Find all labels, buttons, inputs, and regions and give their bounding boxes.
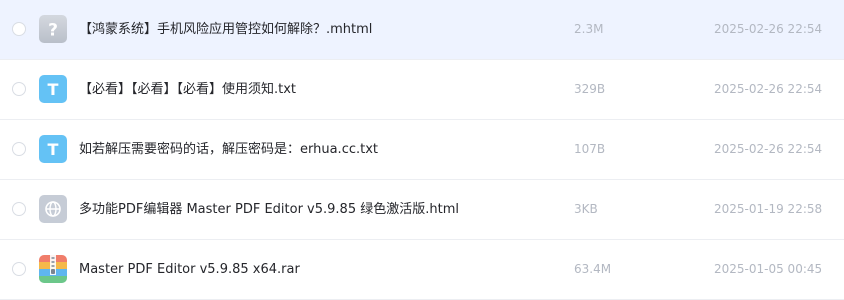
unknown-file-icon: ? [39, 15, 67, 43]
file-date: 2025-02-26 22:54 [714, 22, 823, 36]
row-checkbox[interactable] [12, 142, 26, 156]
file-name[interactable]: 多功能PDF编辑器 Master PDF Editor v5.9.85 绿色激活… [79, 180, 459, 239]
file-name[interactable]: 【鸿蒙系统】手机风险应用管控如何解除？.mhtml [79, 0, 372, 59]
row-checkbox[interactable] [12, 82, 26, 96]
row-checkbox[interactable] [12, 22, 26, 36]
file-size: 107B [574, 142, 606, 156]
txt-file-icon: T [39, 75, 67, 103]
file-row[interactable]: T 【必看】【必看】【必看】使用须知.txt 329B 2025-02-26 2… [0, 60, 844, 120]
file-date: 2025-01-19 22:58 [714, 202, 823, 216]
file-size: 329B [574, 82, 606, 96]
file-row[interactable]: T 如若解压需要密码的话，解压密码是：erhua.cc.txt 107B 202… [0, 120, 844, 180]
file-list: ? 【鸿蒙系统】手机风险应用管控如何解除？.mhtml 2.3M 2025-02… [0, 0, 844, 300]
file-size: 2.3M [574, 22, 604, 36]
txt-icon-letter: T [47, 79, 59, 99]
file-row[interactable]: Master PDF Editor v5.9.85 x64.rar 63.4M … [0, 240, 844, 300]
file-date: 2025-01-05 00:45 [714, 262, 823, 276]
txt-icon-letter: T [47, 139, 59, 159]
file-name[interactable]: Master PDF Editor v5.9.85 x64.rar [79, 240, 300, 299]
row-checkbox[interactable] [12, 202, 26, 216]
file-date: 2025-02-26 22:54 [714, 82, 823, 96]
file-row[interactable]: ? 【鸿蒙系统】手机风险应用管控如何解除？.mhtml 2.3M 2025-02… [0, 0, 844, 60]
file-name[interactable]: 如若解压需要密码的话，解压密码是：erhua.cc.txt [79, 120, 378, 179]
svg-text:?: ? [48, 21, 58, 41]
file-name[interactable]: 【必看】【必看】【必看】使用须知.txt [79, 60, 296, 119]
file-size: 3KB [574, 202, 598, 216]
txt-file-icon: T [39, 135, 67, 163]
file-date: 2025-02-26 22:54 [714, 142, 823, 156]
row-checkbox[interactable] [12, 262, 26, 276]
file-row[interactable]: 多功能PDF编辑器 Master PDF Editor v5.9.85 绿色激活… [0, 180, 844, 240]
file-size: 63.4M [574, 262, 612, 276]
web-file-icon [39, 195, 67, 223]
archive-file-icon [39, 255, 67, 283]
